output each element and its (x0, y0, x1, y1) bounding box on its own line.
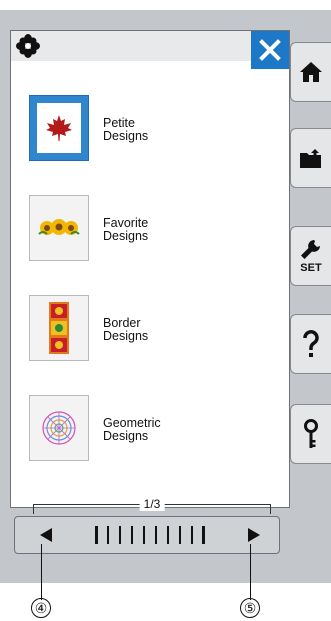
page-scrollbar[interactable] (14, 516, 280, 554)
page-indicator-tick-right (270, 504, 271, 514)
close-button[interactable] (251, 31, 289, 69)
device-frame: Petite Designs Favorite Designs Border D… (0, 10, 331, 583)
open-folder-button[interactable] (290, 128, 331, 188)
callout-line-5 (250, 544, 251, 600)
home-button[interactable] (290, 42, 331, 102)
geometric-design-icon (42, 411, 76, 445)
home-icon (300, 62, 322, 82)
callout-number-4: ④ (31, 598, 51, 618)
menu-item-label: Border Designs (103, 316, 149, 343)
prev-page-arrow-icon[interactable] (37, 526, 55, 544)
lock-button[interactable] (290, 404, 331, 464)
design-selection-panel: Petite Designs Favorite Designs Border D… (10, 30, 290, 514)
menu-item-petite-designs[interactable]: Petite Designs (29, 95, 269, 163)
favorite-designs-thumbnail[interactable] (29, 195, 89, 261)
settings-button[interactable]: SET (290, 226, 331, 286)
key-icon (304, 419, 318, 448)
callout-line-4 (41, 544, 42, 600)
close-icon (259, 39, 281, 61)
set-label: SET (300, 261, 322, 274)
question-mark-icon (303, 330, 319, 357)
maple-leaf-icon (46, 115, 72, 141)
menu-item-geometric-designs[interactable]: Geometric Designs (29, 395, 269, 463)
menu-item-label: Favorite Designs (103, 216, 149, 243)
scroll-grip[interactable] (95, 526, 205, 544)
geometric-designs-thumbnail[interactable] (29, 395, 89, 461)
help-button[interactable] (290, 314, 331, 374)
menu-item-border-designs[interactable]: Border Designs (29, 295, 269, 363)
menu-item-favorite-designs[interactable]: Favorite Designs (29, 195, 269, 263)
page-indicator: 1/3 (33, 497, 271, 514)
folder-open-icon (300, 149, 321, 168)
border-designs-thumbnail[interactable] (29, 295, 89, 361)
menu-item-label: Geometric Designs (103, 416, 161, 443)
wrench-icon (301, 239, 320, 259)
sunflower-design-icon (38, 219, 80, 235)
flower-icon (16, 34, 40, 58)
petite-designs-thumbnail[interactable] (29, 95, 89, 161)
page-indicator-text: 1/3 (139, 497, 165, 511)
page-indicator-tick-left (33, 504, 34, 514)
border-design-icon (49, 302, 69, 354)
next-page-arrow-icon[interactable] (245, 526, 263, 544)
menu-item-label: Petite Designs (103, 116, 149, 143)
callout-number-5: ⑤ (240, 598, 260, 618)
panel-header (11, 31, 289, 61)
